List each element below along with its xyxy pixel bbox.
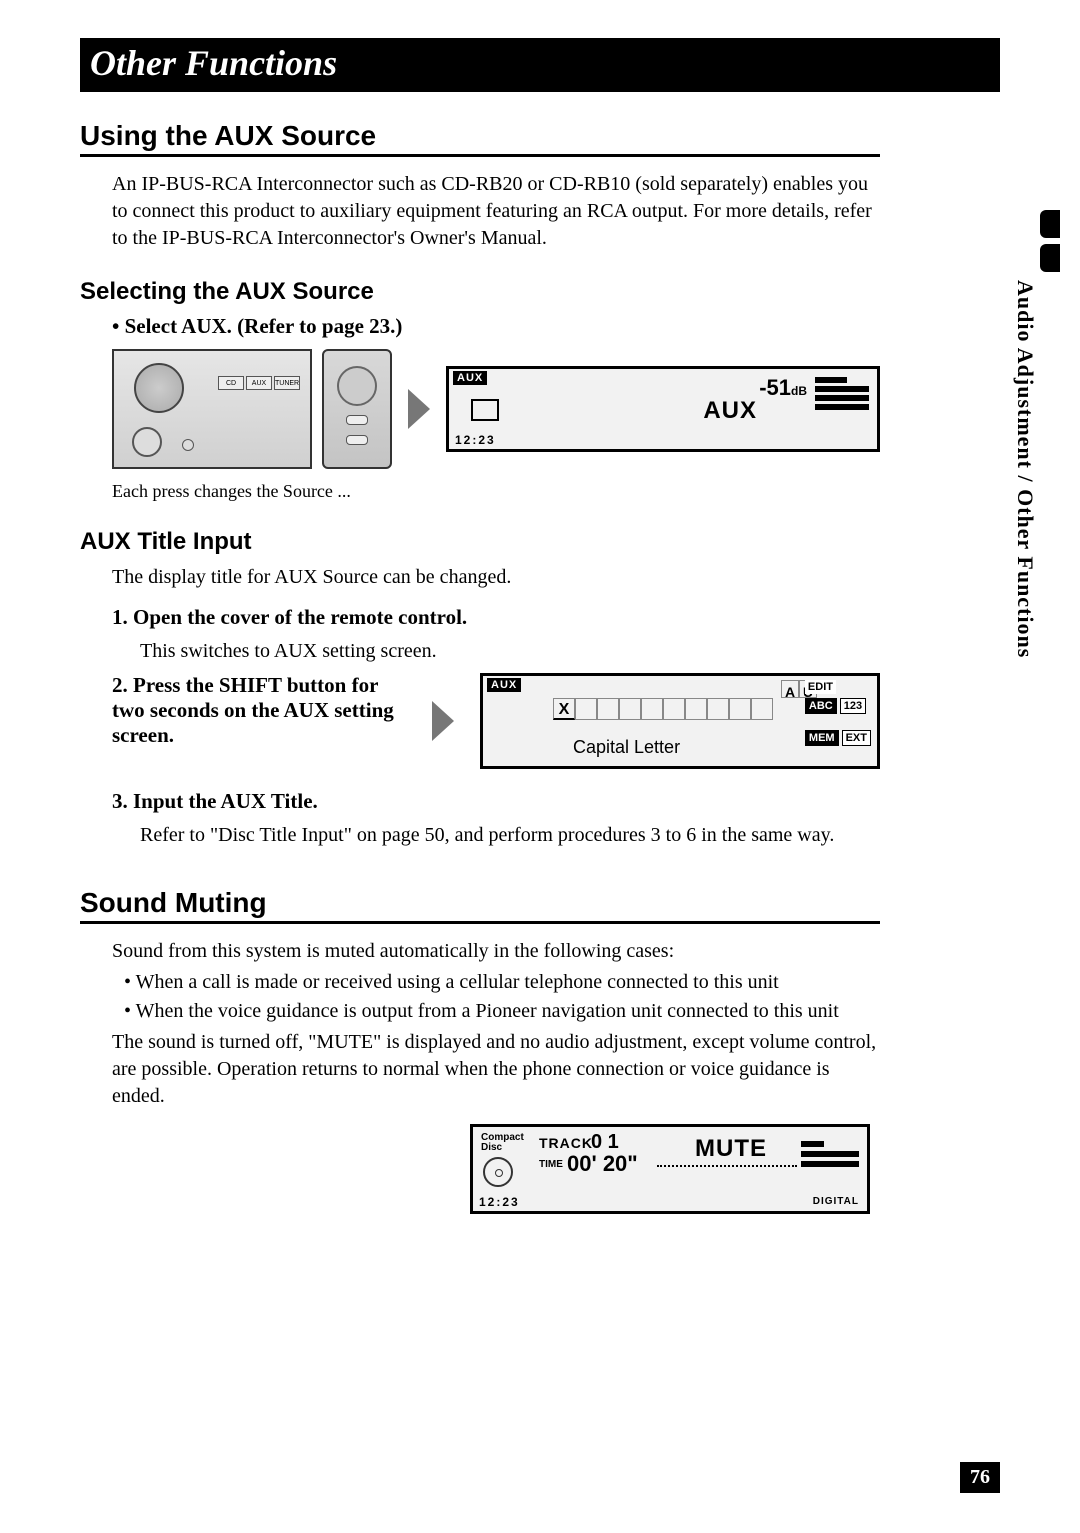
edit-cell [685, 698, 707, 720]
edit-cell-1: X [553, 698, 575, 720]
lcd-mute-display: CompactDisc TRACK 0 1 TIME 00' 20" MUTE … [470, 1124, 870, 1214]
mute-outro: The sound is turned off, "MUTE" is displ… [112, 1029, 880, 1110]
remote-control-illustration [322, 349, 392, 469]
lcd-level-bars [815, 377, 869, 410]
mute-clock: 12:23 [479, 1195, 520, 1209]
lcd-aux-display: AUX -51dB AUX 12:23 [446, 366, 880, 452]
step-2: 2. Press the SHIFT button for two second… [112, 673, 406, 748]
thumb-tab-icon [1040, 244, 1060, 272]
edit-caption: Capital Letter [573, 737, 680, 758]
display-button-icon [182, 439, 194, 451]
edit-side-tags: EDIT ABC 123 MEM EXT [805, 680, 871, 746]
remote-minus-btn [346, 415, 368, 425]
tag-mem: MEM [805, 730, 839, 746]
tag-edit: EDIT [805, 680, 836, 694]
page-number: 76 [960, 1462, 1000, 1493]
lcd-aux-badge: AUX [487, 678, 521, 692]
mute-bullets: • When a call is made or received using … [124, 969, 880, 1025]
section-using-aux: Using the AUX Source [80, 120, 880, 157]
subheading-aux-title: AUX Title Input [80, 528, 880, 556]
aux-intro-text: An IP-BUS-RCA Interconnector such as CD-… [112, 171, 880, 252]
edit-cell [751, 698, 773, 720]
edit-cell [707, 698, 729, 720]
step-select-aux: • Select AUX. (Refer to page 23.) [112, 314, 880, 339]
step-1: 1. Open the cover of the remote control. [112, 605, 880, 630]
figure-select-aux: CD AUX TUNER AUX -51dB [112, 349, 880, 469]
step-3-note: Refer to "Disc Title Input" on page 50, … [140, 824, 880, 847]
tag-123: 123 [840, 698, 866, 714]
thumb-tab-icon [1040, 210, 1060, 238]
source-button-icon [132, 427, 162, 457]
panel-btn-cd: CD [218, 376, 244, 390]
edit-cell [729, 698, 751, 720]
lcd-db-value: -51dB [759, 375, 807, 401]
device-panel-illustration: CD AUX TUNER [112, 349, 312, 469]
waveform-icon [657, 1165, 797, 1167]
dial-knob-icon [134, 363, 184, 413]
lcd-aux-badge: AUX [453, 371, 487, 385]
step-1-note: This switches to AUX setting screen. [140, 640, 880, 663]
select-aux-note: Each press changes the Source ... [112, 481, 880, 502]
lcd-aux-text: AUX [703, 397, 757, 425]
arrow-right-icon [408, 389, 430, 429]
mute-text: MUTE [695, 1135, 767, 1163]
side-section-label: Audio Adjustment / Other Functions [1012, 280, 1038, 740]
edit-cell [597, 698, 619, 720]
mute-bullet-2: • When the voice guidance is output from… [124, 998, 880, 1025]
lcd-clock: 12:23 [455, 433, 496, 447]
lcd-db-unit: dB [791, 384, 807, 398]
lcd-edit-display: AUX A U X Capital Letter [480, 673, 880, 769]
remote-plus-btn [346, 435, 368, 445]
aux-title-intro: The display title for AUX Source can be … [112, 564, 880, 591]
digital-label: DIGITAL [813, 1196, 859, 1207]
time-value: 00' 20" [567, 1151, 638, 1177]
mute-intro: Sound from this system is muted automati… [112, 938, 880, 965]
subheading-selecting-aux: Selecting the AUX Source [80, 278, 880, 306]
edit-cell [663, 698, 685, 720]
edit-input-grid: X [553, 698, 773, 720]
track-label: TRACK [539, 1135, 593, 1151]
edit-cell [575, 698, 597, 720]
disc-icon [483, 1157, 513, 1187]
level-bars [801, 1141, 859, 1167]
edit-cell-a: A [781, 680, 799, 698]
dpad-icon [337, 366, 377, 406]
tag-abc: ABC [805, 698, 837, 714]
panel-btn-aux: AUX [246, 376, 272, 390]
time-label: TIME [539, 1159, 563, 1170]
arrow-right-icon [432, 701, 454, 741]
cd-label: CompactDisc [481, 1133, 524, 1153]
speaker-icon [471, 399, 499, 421]
tag-ext: EXT [842, 730, 871, 746]
edit-cell [641, 698, 663, 720]
step-3: 3. Input the AUX Title. [112, 789, 880, 814]
panel-btn-tuner: TUNER [274, 376, 300, 390]
mute-bullet-1: • When a call is made or received using … [124, 969, 880, 996]
edit-cell [619, 698, 641, 720]
section-sound-muting: Sound Muting [80, 887, 880, 924]
chapter-title: Other Functions [80, 38, 1000, 92]
lcd-db-number: -51 [759, 375, 791, 400]
